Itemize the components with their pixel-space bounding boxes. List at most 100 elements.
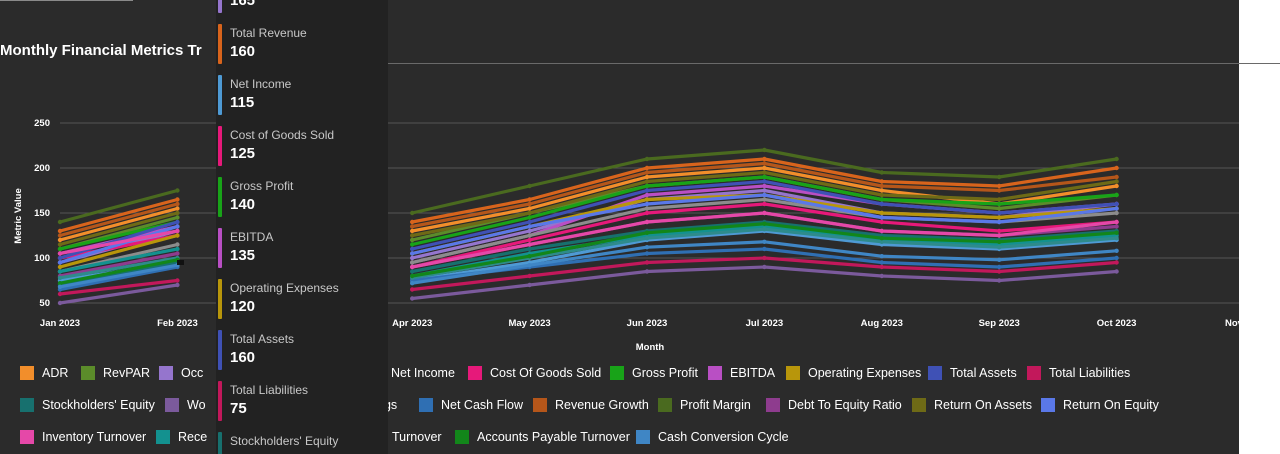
- legend-item[interactable]: Total Assets: [928, 366, 1017, 380]
- legend-item[interactable]: Profit Margin: [658, 398, 751, 412]
- data-point[interactable]: [644, 260, 650, 265]
- data-point[interactable]: [1114, 165, 1119, 171]
- data-point[interactable]: [527, 273, 532, 279]
- data-point[interactable]: [1114, 156, 1119, 162]
- data-point[interactable]: [57, 219, 63, 225]
- data-point[interactable]: [762, 165, 767, 171]
- data-point[interactable]: [175, 206, 180, 211]
- data-point[interactable]: [762, 210, 767, 216]
- data-point[interactable]: [762, 183, 767, 189]
- legend-item[interactable]: Gross Profit: [610, 366, 698, 380]
- data-point[interactable]: [1114, 219, 1119, 225]
- data-point[interactable]: [410, 233, 415, 238]
- data-point[interactable]: [644, 245, 650, 250]
- data-point[interactable]: [879, 260, 884, 265]
- data-point[interactable]: [410, 269, 415, 274]
- data-point[interactable]: [997, 269, 1002, 274]
- legend-item[interactable]: RevPAR: [81, 366, 150, 380]
- data-point[interactable]: [762, 255, 767, 261]
- data-point[interactable]: [57, 237, 63, 243]
- data-point[interactable]: [1114, 269, 1119, 274]
- legend-item[interactable]: Inventory Turnover: [20, 430, 146, 444]
- legend-item[interactable]: ADR: [20, 366, 68, 380]
- data-point[interactable]: [879, 192, 884, 198]
- data-point[interactable]: [527, 206, 532, 211]
- data-point[interactable]: [997, 206, 1002, 211]
- data-point[interactable]: [762, 264, 767, 270]
- data-point[interactable]: [1114, 174, 1119, 180]
- data-point[interactable]: [997, 188, 1002, 193]
- data-point[interactable]: [527, 233, 532, 238]
- legend-item[interactable]: Revenue Growth: [533, 398, 649, 412]
- data-point[interactable]: [1114, 179, 1119, 184]
- data-point[interactable]: [527, 219, 532, 225]
- data-point[interactable]: [175, 210, 180, 216]
- data-point[interactable]: [1114, 236, 1119, 241]
- data-point[interactable]: [410, 210, 415, 216]
- data-point[interactable]: [879, 215, 884, 220]
- data-point[interactable]: [762, 161, 767, 166]
- data-point[interactable]: [1114, 192, 1119, 198]
- data-point[interactable]: [644, 197, 650, 202]
- data-point[interactable]: [1114, 224, 1119, 229]
- data-point[interactable]: [57, 264, 63, 270]
- data-point[interactable]: [175, 251, 180, 256]
- data-point[interactable]: [410, 296, 415, 301]
- data-point[interactable]: [527, 228, 532, 234]
- data-point[interactable]: [997, 233, 1002, 238]
- data-point[interactable]: [527, 183, 532, 189]
- data-point[interactable]: [410, 264, 415, 270]
- data-point[interactable]: [1114, 201, 1119, 207]
- data-point[interactable]: [879, 188, 884, 193]
- data-point[interactable]: [410, 242, 415, 247]
- data-point[interactable]: [997, 183, 1002, 189]
- data-point[interactable]: [997, 219, 1002, 225]
- data-point[interactable]: [644, 183, 650, 189]
- data-point[interactable]: [57, 300, 63, 306]
- legend-item[interactable]: Accounts Payable Turnover: [455, 430, 630, 444]
- data-point[interactable]: [879, 264, 884, 270]
- data-point[interactable]: [997, 210, 1002, 216]
- data-point[interactable]: [410, 251, 415, 256]
- data-point[interactable]: [410, 237, 415, 243]
- data-point[interactable]: [644, 236, 650, 241]
- data-point[interactable]: [175, 278, 180, 283]
- legend-item[interactable]: Return On Equity: [1041, 398, 1159, 412]
- data-point[interactable]: [57, 251, 63, 256]
- data-point[interactable]: [879, 197, 884, 202]
- legend-item[interactable]: Total Liabilities: [1027, 366, 1130, 380]
- data-point[interactable]: [762, 246, 767, 252]
- data-point[interactable]: [527, 237, 532, 243]
- data-point[interactable]: [57, 246, 63, 252]
- data-point[interactable]: [175, 197, 180, 202]
- data-point[interactable]: [644, 251, 650, 256]
- data-point[interactable]: [762, 227, 767, 232]
- data-point[interactable]: [644, 201, 650, 207]
- legend-item[interactable]: Rece: [156, 430, 207, 444]
- data-point[interactable]: [410, 260, 415, 265]
- legend-item[interactable]: Operating Expenses: [786, 366, 921, 380]
- data-point[interactable]: [1114, 206, 1119, 211]
- data-point[interactable]: [644, 165, 650, 171]
- data-point[interactable]: [644, 210, 650, 216]
- data-point[interactable]: [527, 210, 532, 216]
- data-point[interactable]: [175, 224, 180, 229]
- data-point[interactable]: [175, 246, 180, 252]
- data-point[interactable]: [57, 260, 63, 265]
- data-point[interactable]: [1114, 248, 1119, 253]
- data-point[interactable]: [1114, 255, 1119, 261]
- data-point[interactable]: [879, 179, 884, 184]
- data-point[interactable]: [879, 228, 884, 234]
- data-point[interactable]: [57, 269, 63, 274]
- data-point[interactable]: [879, 201, 884, 207]
- legend-item[interactable]: Wo: [165, 398, 206, 412]
- data-point[interactable]: [762, 192, 767, 198]
- data-point[interactable]: [762, 179, 767, 184]
- data-point[interactable]: [762, 221, 767, 226]
- line-chart[interactable]: 50100150200250 Jan 2023Feb 2023Mar 2023A…: [0, 0, 1280, 454]
- data-point[interactable]: [57, 242, 63, 247]
- data-point[interactable]: [879, 210, 884, 216]
- data-point[interactable]: [879, 170, 884, 175]
- data-point[interactable]: [410, 224, 415, 229]
- data-point[interactable]: [644, 192, 650, 198]
